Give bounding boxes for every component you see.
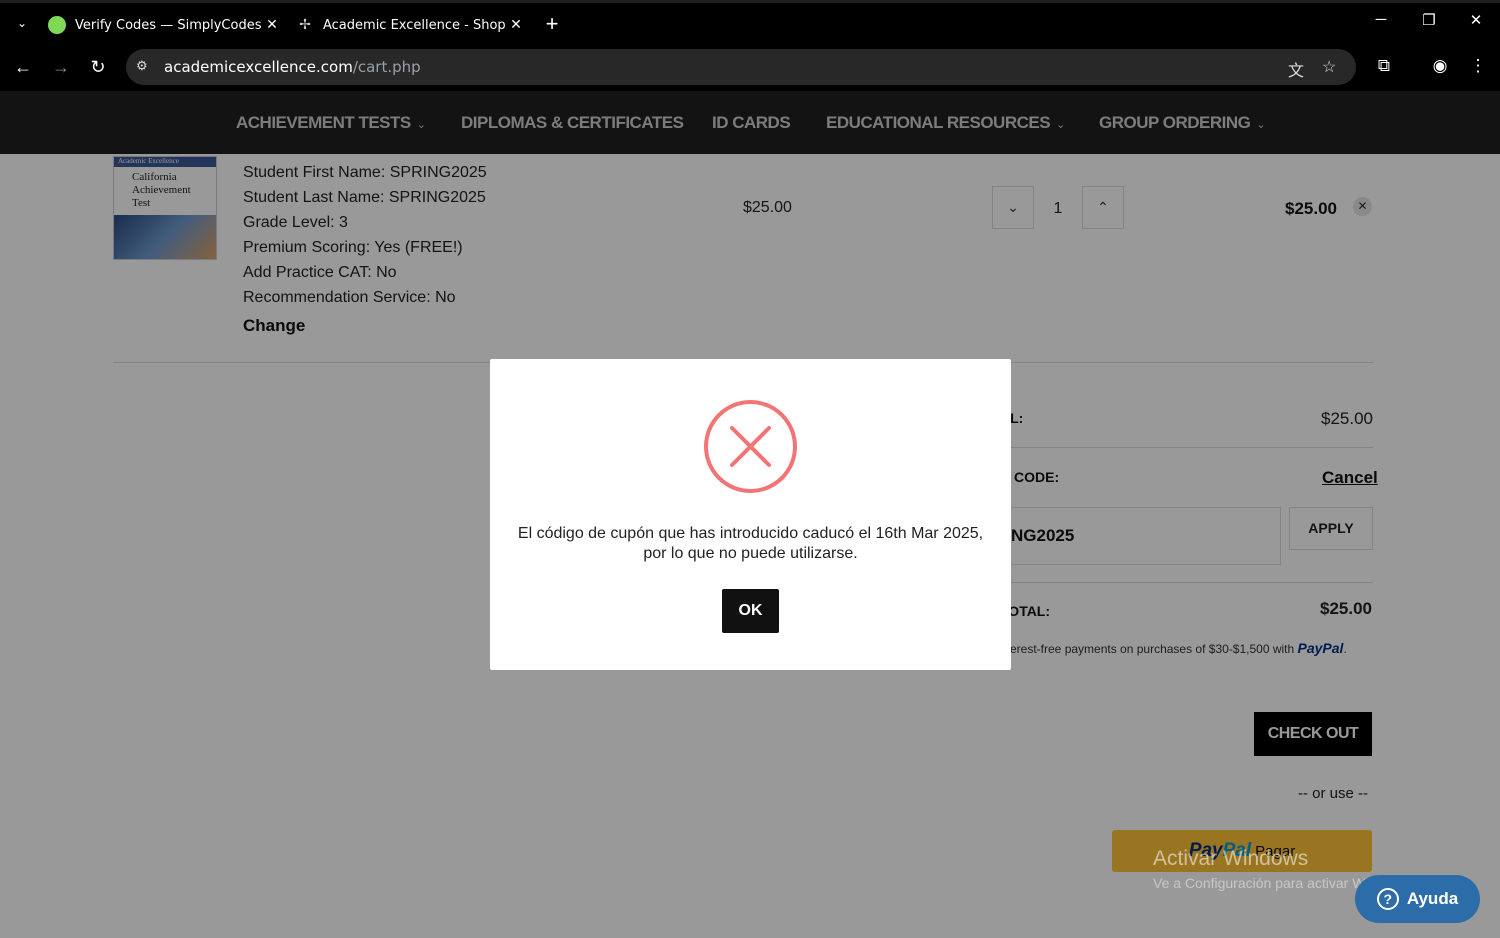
tab-simplycodes[interactable]: Verify Codes — SimplyCodes ✕ <box>48 9 282 41</box>
restore-icon[interactable]: ❐ <box>1414 11 1444 29</box>
browser-tab-bar: ⌄ Verify Codes — SimplyCodes ✕ ✢ Academi… <box>0 0 1500 44</box>
coupon-error-dialog: El código de cupón que has introducido c… <box>490 359 1011 670</box>
forward-arrow-icon[interactable]: → <box>47 53 75 81</box>
address-bar[interactable]: ⚙ academicexcellence.com/cart.php 文 ☆ <box>126 49 1356 85</box>
new-tab-plus-icon[interactable]: + <box>542 11 562 37</box>
browser-toolbar: ← → ↻ ⚙ academicexcellence.com/cart.php … <box>0 44 1500 91</box>
simplycodes-favicon-icon <box>48 16 66 34</box>
minimize-icon[interactable]: ─ <box>1366 11 1396 28</box>
window-close-icon[interactable]: ✕ <box>1461 11 1491 29</box>
loading-favicon-icon: ✢ <box>299 17 311 33</box>
tab-close-icon[interactable]: ✕ <box>506 17 526 33</box>
dialog-message: El código de cupón que has introducido c… <box>517 525 984 562</box>
tab-title: Verify Codes — SimplyCodes <box>75 17 262 33</box>
profile-icon[interactable]: ◉ <box>1428 56 1452 76</box>
help-button[interactable]: ? Ayuda <box>1355 875 1480 923</box>
menu-kebab-icon[interactable]: ⋮ <box>1466 56 1490 76</box>
url-text: academicexcellence.com/cart.php <box>164 58 421 76</box>
translate-icon[interactable]: 文 <box>1288 57 1304 81</box>
bookmark-star-icon[interactable]: ☆ <box>1322 57 1336 77</box>
error-x-icon <box>704 400 797 493</box>
tab-title: Academic Excellence - Shopping <box>323 17 506 33</box>
tab-close-icon[interactable]: ✕ <box>262 17 282 33</box>
tab-search-chevron-icon[interactable]: ⌄ <box>12 13 32 33</box>
tab-academic-excellence[interactable]: ✢ Academic Excellence - Shopping ✕ <box>296 9 526 41</box>
site-info-icon[interactable]: ⚙ <box>136 58 148 74</box>
windows-activation-watermark: Activar Windows <box>1153 847 1309 870</box>
help-question-icon: ? <box>1376 888 1399 910</box>
reload-icon[interactable]: ↻ <box>84 53 112 81</box>
ok-button[interactable]: OK <box>722 589 779 633</box>
extensions-icon[interactable]: ⧉ <box>1372 56 1396 76</box>
back-arrow-icon[interactable]: ← <box>9 53 37 81</box>
